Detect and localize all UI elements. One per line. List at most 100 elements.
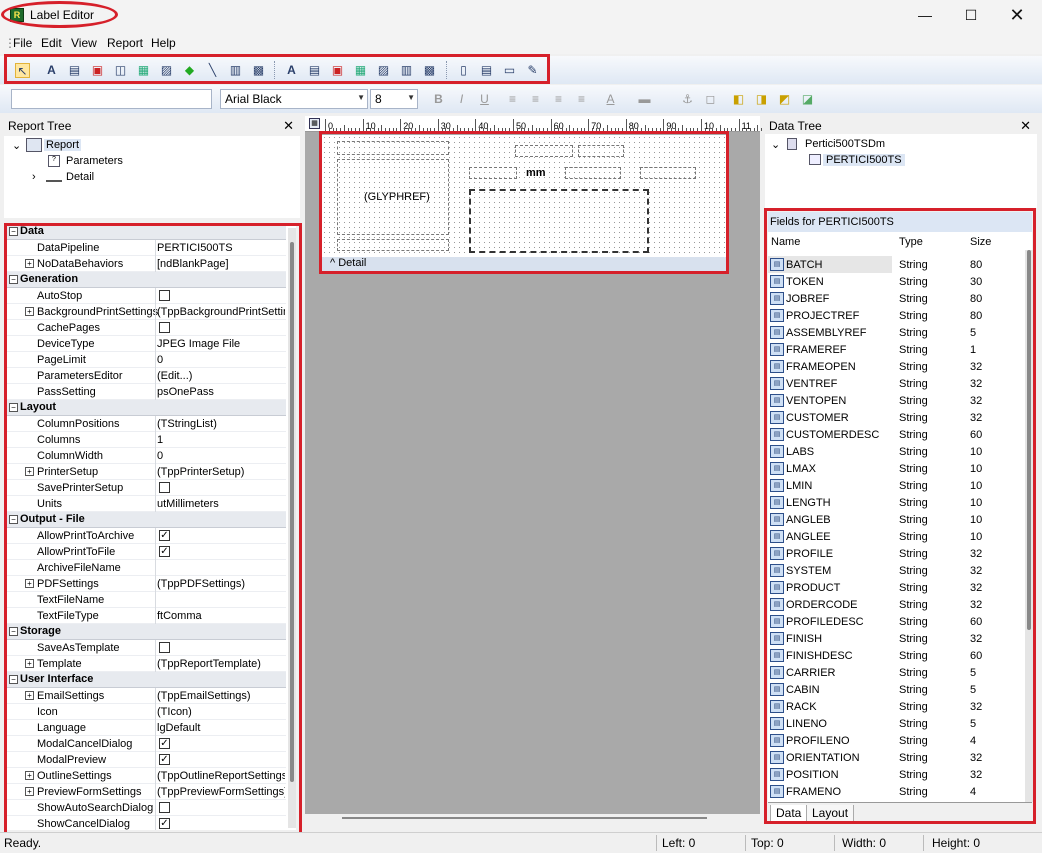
- calc-tool-icon[interactable]: ◫: [113, 63, 128, 78]
- property-row[interactable]: ModalPreview ✓: [6, 752, 286, 768]
- property-checkbox[interactable]: ✓: [159, 754, 170, 765]
- field-row[interactable]: ▤ CUSTOMERDESC String 60: [768, 426, 1024, 443]
- maximize-button[interactable]: ☐: [948, 0, 994, 32]
- property-value[interactable]: (TppPDFSettings): [157, 578, 285, 590]
- property-checkbox[interactable]: ✓: [159, 530, 170, 541]
- field-row[interactable]: ▤ LMAX String 10: [768, 460, 1024, 477]
- field-row[interactable]: ▤ SYSTEM String 32: [768, 562, 1024, 579]
- property-row[interactable]: PageLimit 0: [6, 352, 286, 368]
- memo-tool-icon[interactable]: ▤: [67, 63, 82, 78]
- horizontal-scrollbar[interactable]: [342, 817, 707, 819]
- dbtext-component[interactable]: [578, 145, 624, 157]
- menu-file[interactable]: File: [13, 36, 32, 50]
- field-row[interactable]: ▤ ANGLEB String 10: [768, 511, 1024, 528]
- tree-item-report[interactable]: Report: [44, 139, 82, 151]
- menu-report[interactable]: Report: [107, 36, 143, 50]
- label-tool-icon[interactable]: A: [44, 63, 59, 78]
- bold-icon[interactable]: B: [431, 92, 446, 107]
- property-row[interactable]: DataPipeline PERTICI500TS: [6, 240, 286, 256]
- dbbarcode-tool-icon[interactable]: ▥: [399, 63, 414, 78]
- property-category[interactable]: − Storage: [6, 624, 286, 640]
- property-category[interactable]: − User Interface: [6, 672, 286, 688]
- property-checkbox[interactable]: [159, 322, 170, 333]
- field-row[interactable]: ▤ CUSTOMER String 32: [768, 409, 1024, 426]
- region-tool-icon[interactable]: ▯: [456, 63, 471, 78]
- property-row[interactable]: AllowPrintToArchive ✓: [6, 528, 286, 544]
- property-row[interactable]: Language lgDefault: [6, 720, 286, 736]
- dbtext-tool-icon[interactable]: A: [284, 63, 299, 78]
- field-row[interactable]: ▤ VENTREF String 32: [768, 375, 1024, 392]
- field-row[interactable]: ▤ FRAMEREF String 1: [768, 341, 1024, 358]
- collapse-icon[interactable]: −: [9, 627, 18, 636]
- property-row[interactable]: + PreviewFormSettings (TppPreviewFormSetti…: [6, 784, 286, 800]
- dbcalc-tool-icon[interactable]: ▦: [136, 63, 151, 78]
- close-icon[interactable]: ✕: [1020, 118, 1031, 134]
- close-icon[interactable]: ✕: [283, 118, 294, 134]
- property-row[interactable]: PassSetting psOnePass: [6, 384, 286, 400]
- field-row[interactable]: ▤ ORDERCODE String 32: [768, 596, 1024, 613]
- property-row[interactable]: SavePrinterSetup: [6, 480, 286, 496]
- dbcalc-field-icon[interactable]: ▦: [353, 63, 368, 78]
- property-value[interactable]: 0: [157, 450, 285, 462]
- close-button[interactable]: ✕: [994, 0, 1040, 32]
- collapse-icon[interactable]: −: [9, 515, 18, 524]
- minimize-button[interactable]: —: [902, 0, 948, 32]
- dbimage-tool-icon[interactable]: ▨: [376, 63, 391, 78]
- component-name-combo[interactable]: [11, 89, 212, 109]
- field-row[interactable]: ▤ CABIN String 5: [768, 681, 1024, 698]
- field-row[interactable]: ▤ LINENO String 5: [768, 715, 1024, 732]
- tree-item-detail[interactable]: Detail: [66, 171, 94, 183]
- property-row[interactable]: + EmailSettings (TppEmailSettings): [6, 688, 286, 704]
- label-component[interactable]: [337, 239, 449, 251]
- field-row[interactable]: ▤ LABS String 10: [768, 443, 1024, 460]
- field-row[interactable]: ▤ ORIENTATION String 32: [768, 749, 1024, 766]
- property-row[interactable]: ColumnPositions (TStringList): [6, 416, 286, 432]
- dbtext-component[interactable]: [640, 167, 696, 179]
- property-value[interactable]: (TppReportTemplate): [157, 658, 285, 670]
- expand-icon[interactable]: +: [25, 691, 34, 700]
- col-name-header[interactable]: Name: [771, 236, 800, 248]
- property-value[interactable]: (TppEmailSettings): [157, 690, 285, 702]
- menu-view[interactable]: View: [71, 36, 97, 50]
- property-value[interactable]: lgDefault: [157, 722, 285, 734]
- property-row[interactable]: Icon (TIcon): [6, 704, 286, 720]
- shape-tool-icon[interactable]: ◆: [182, 63, 197, 78]
- collapse-icon[interactable]: −: [9, 227, 18, 236]
- property-row[interactable]: + OutlineSettings (TppOutlineReportSetting…: [6, 768, 286, 784]
- property-row[interactable]: TextFileType ftComma: [6, 608, 286, 624]
- property-value[interactable]: 1: [157, 434, 285, 446]
- db2d-barcode-tool-icon[interactable]: ▩: [422, 63, 437, 78]
- dbmemo-tool-icon[interactable]: ▤: [307, 63, 322, 78]
- align-left-icon[interactable]: ≡: [505, 92, 520, 107]
- subreport-tool-icon[interactable]: ▤: [479, 63, 494, 78]
- property-category[interactable]: − Generation: [6, 272, 286, 288]
- field-row[interactable]: ▤ CARRIER String 5: [768, 664, 1024, 681]
- property-row[interactable]: ModalCancelDialog ✓: [6, 736, 286, 752]
- tree-expand-icon[interactable]: ⌄: [771, 138, 780, 151]
- property-row[interactable]: Columns 1: [6, 432, 286, 448]
- property-checkbox[interactable]: ✓: [159, 818, 170, 829]
- property-value[interactable]: [ndBlankPage]: [157, 258, 285, 270]
- label-component[interactable]: [337, 141, 449, 155]
- property-row[interactable]: + BackgroundPrintSettings (TppBackgroundPr…: [6, 304, 286, 320]
- property-row[interactable]: DeviceType JPEG Image File: [6, 336, 286, 352]
- property-row[interactable]: + NoDataBehaviors [ndBlankPage]: [6, 256, 286, 272]
- property-category[interactable]: − Output - File: [6, 512, 286, 528]
- field-row[interactable]: ▤ JOBREF String 80: [768, 290, 1024, 307]
- font-size-combo[interactable]: 8 ▼: [370, 89, 418, 109]
- property-checkbox[interactable]: [159, 290, 170, 301]
- collapse-icon[interactable]: −: [9, 403, 18, 412]
- fields-scrollbar[interactable]: [1025, 250, 1033, 802]
- detail-band[interactable]: (GLYPHREF) mm: [322, 135, 726, 257]
- property-checkbox[interactable]: [159, 482, 170, 493]
- align-objects-icon[interactable]: ◩: [777, 92, 792, 107]
- field-row[interactable]: ▤ LENGTH String 10: [768, 494, 1024, 511]
- anchor-icon[interactable]: ⚓: [680, 92, 695, 107]
- field-row[interactable]: ▤ VENTOPEN String 32: [768, 392, 1024, 409]
- property-value[interactable]: (TStringList): [157, 418, 285, 430]
- ruler-units-icon[interactable]: ▦: [309, 118, 320, 129]
- property-category[interactable]: − Layout: [6, 400, 286, 416]
- barcode-tool-icon[interactable]: ▥: [228, 63, 243, 78]
- dbrichtext-tool-icon[interactable]: ▣: [330, 63, 345, 78]
- field-row[interactable]: ▤ ASSEMBLYREF String 5: [768, 324, 1024, 341]
